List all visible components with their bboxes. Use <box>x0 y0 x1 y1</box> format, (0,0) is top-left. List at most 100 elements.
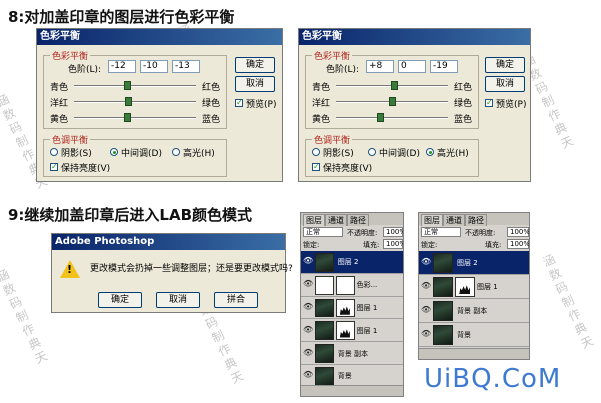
level-magenta-green-input[interactable]: -10 <box>140 60 168 73</box>
layer-row[interactable]: 👁 图层 1 <box>301 319 403 343</box>
layer-name: 图层 1 <box>356 326 378 335</box>
preserve-luminosity-label: 保持亮度(V) <box>61 164 111 174</box>
preview-label: 预览(P) <box>246 100 277 110</box>
preserve-luminosity-checkbox[interactable]: ✓ <box>312 163 320 171</box>
cyan-red-slider-knob[interactable] <box>124 81 132 90</box>
blend-mode-select[interactable]: 正常 <box>303 227 343 237</box>
layer-thumbnail <box>315 253 334 272</box>
layer-thumbnail <box>315 367 334 386</box>
layer-visibility-eye-icon[interactable]: 👁 <box>303 325 313 334</box>
level-cyan-red-input[interactable]: +8 <box>366 60 394 73</box>
layer-name: 图层 1 <box>477 283 498 291</box>
shadows-label: 阴影(S) <box>323 149 354 159</box>
layer-visibility-eye-icon[interactable]: 👁 <box>303 302 313 311</box>
midtones-label: 中间调(D) <box>121 149 162 159</box>
tab-paths[interactable]: 路径 <box>347 214 369 226</box>
panel-tabs: 图层 通道 路径 <box>419 213 529 226</box>
ok-button[interactable]: 确定 <box>235 57 275 73</box>
warning-icon-mark: ! <box>67 263 73 276</box>
layer-row[interactable]: 👁 图层 2 <box>419 251 529 275</box>
panel-bottom-bar <box>419 348 529 359</box>
layer-row[interactable]: 👁 图层 1 <box>419 275 529 299</box>
midtones-radio[interactable] <box>368 148 376 156</box>
layer-visibility-eye-icon[interactable]: 👁 <box>303 348 313 357</box>
shadows-radio[interactable] <box>312 148 320 156</box>
layer-row[interactable]: 👁 图层 1 <box>301 296 403 320</box>
layer-visibility-eye-icon[interactable]: 👁 <box>421 281 431 290</box>
red-label: 红色 <box>454 83 473 93</box>
level-magenta-green-input[interactable]: 0 <box>398 60 426 73</box>
tone-balance-group: 色调平衡 阴影(S) 中间调(D) 高光(H) ✓ 保持亮度(V) <box>43 133 227 177</box>
dialog-titlebar: 色彩平衡 <box>299 29 530 45</box>
layer-visibility-eye-icon[interactable]: 👁 <box>421 329 431 338</box>
layers-list: 👁 图层 2 👁 图层 1 👁 背景 副本 👁 背景 <box>419 251 529 349</box>
step-9-heading: 9:继续加盖印章后进入LAB颜色模式 <box>8 206 253 224</box>
tab-layers[interactable]: 图层 <box>303 214 325 226</box>
tab-paths[interactable]: 路径 <box>465 214 487 226</box>
cyan-red-slider-knob[interactable] <box>390 81 398 90</box>
layer-thumbnail <box>315 298 334 318</box>
alert-flatten-button[interactable]: 拼合 <box>214 292 258 308</box>
cancel-button[interactable]: 取消 <box>235 76 275 92</box>
color-balance-dialog-left: 色彩平衡 色彩平衡 色阶(L): -12 -10 -13 青色 红色 洋红 绿色… <box>36 28 283 182</box>
layer-row[interactable]: 👁 背景 副本 <box>419 299 529 323</box>
shadows-radio[interactable] <box>50 148 58 156</box>
highlights-label: 高光(H) <box>183 149 215 159</box>
layer-row[interactable]: 👁 背景 副本 <box>301 342 403 365</box>
magenta-green-slider-knob[interactable] <box>388 97 396 106</box>
tab-channels[interactable]: 通道 <box>325 214 347 226</box>
yellow-blue-slider-track[interactable] <box>336 117 448 119</box>
yellow-blue-slider-knob[interactable] <box>377 113 385 122</box>
layer-row[interactable]: 👁 色彩... <box>301 273 403 297</box>
preview-checkbox[interactable]: ✓ <box>485 99 493 107</box>
adjustment-layer-thumbnail <box>315 275 334 295</box>
layer-visibility-eye-icon[interactable]: 👁 <box>303 256 313 265</box>
layer-thumbnail <box>315 321 334 341</box>
level-yellow-blue-input[interactable]: -13 <box>172 60 200 73</box>
preview-checkbox[interactable]: ✓ <box>235 99 243 107</box>
level-yellow-blue-input[interactable]: -19 <box>430 60 458 73</box>
magenta-green-slider-knob[interactable] <box>125 97 133 106</box>
cyan-label: 青色 <box>50 83 69 93</box>
highlights-radio[interactable] <box>172 148 180 156</box>
layer-row[interactable]: 👁 图层 2 <box>301 251 403 274</box>
tab-layers[interactable]: 图层 <box>421 214 443 226</box>
fill-input[interactable]: 100% <box>507 239 529 249</box>
blend-mode-select[interactable]: 正常 <box>421 227 461 237</box>
magenta-green-slider-track[interactable] <box>74 101 196 103</box>
layer-name: 图层 1 <box>356 303 378 312</box>
cyan-red-slider-track[interactable] <box>74 85 196 87</box>
color-balance-group-title: 色彩平衡 <box>312 49 353 62</box>
alert-ok-button[interactable]: 确定 <box>98 292 142 308</box>
preserve-luminosity-checkbox[interactable]: ✓ <box>50 163 58 171</box>
tab-channels[interactable]: 通道 <box>443 214 465 226</box>
fill-input[interactable]: 100% <box>383 239 403 249</box>
midtones-radio[interactable] <box>110 148 118 156</box>
layer-visibility-eye-icon[interactable]: 👁 <box>421 257 431 266</box>
shadows-label: 阴影(S) <box>61 149 92 159</box>
levels-label: 色阶(L): <box>68 65 102 75</box>
layer-name: 背景 <box>457 331 471 339</box>
yellow-blue-slider-track[interactable] <box>74 117 196 119</box>
lock-label: 锁定: <box>303 241 320 249</box>
color-balance-group: 色彩平衡 色阶(L): +8 0 -19 青色 红色 洋红 绿色 黄色 蓝色 <box>305 49 479 129</box>
highlights-radio[interactable] <box>426 148 434 156</box>
level-cyan-red-input[interactable]: -12 <box>108 60 136 73</box>
layer-name: 图层 2 <box>457 259 478 267</box>
cancel-button[interactable]: 取消 <box>485 76 525 92</box>
opacity-input[interactable]: 100% <box>507 227 529 237</box>
layer-thumbnail <box>433 277 453 297</box>
layer-row[interactable]: 👁 背景 <box>419 323 529 347</box>
layer-visibility-eye-icon[interactable]: 👁 <box>303 279 313 288</box>
layer-thumbnail <box>433 325 453 345</box>
opacity-input[interactable]: 100% <box>383 227 403 237</box>
ok-button[interactable]: 确定 <box>485 57 525 73</box>
layer-visibility-eye-icon[interactable]: 👁 <box>421 305 431 314</box>
preview-label: 预览(P) <box>496 100 527 110</box>
yellow-blue-slider-knob[interactable] <box>124 113 132 122</box>
alert-cancel-button[interactable]: 取消 <box>156 292 200 308</box>
layer-name: 背景 副本 <box>337 349 369 358</box>
step-8-heading: 8:对加盖印章的图层进行色彩平衡 <box>8 8 235 26</box>
layer-visibility-eye-icon[interactable]: 👁 <box>303 370 313 379</box>
green-label: 绿色 <box>202 99 221 109</box>
